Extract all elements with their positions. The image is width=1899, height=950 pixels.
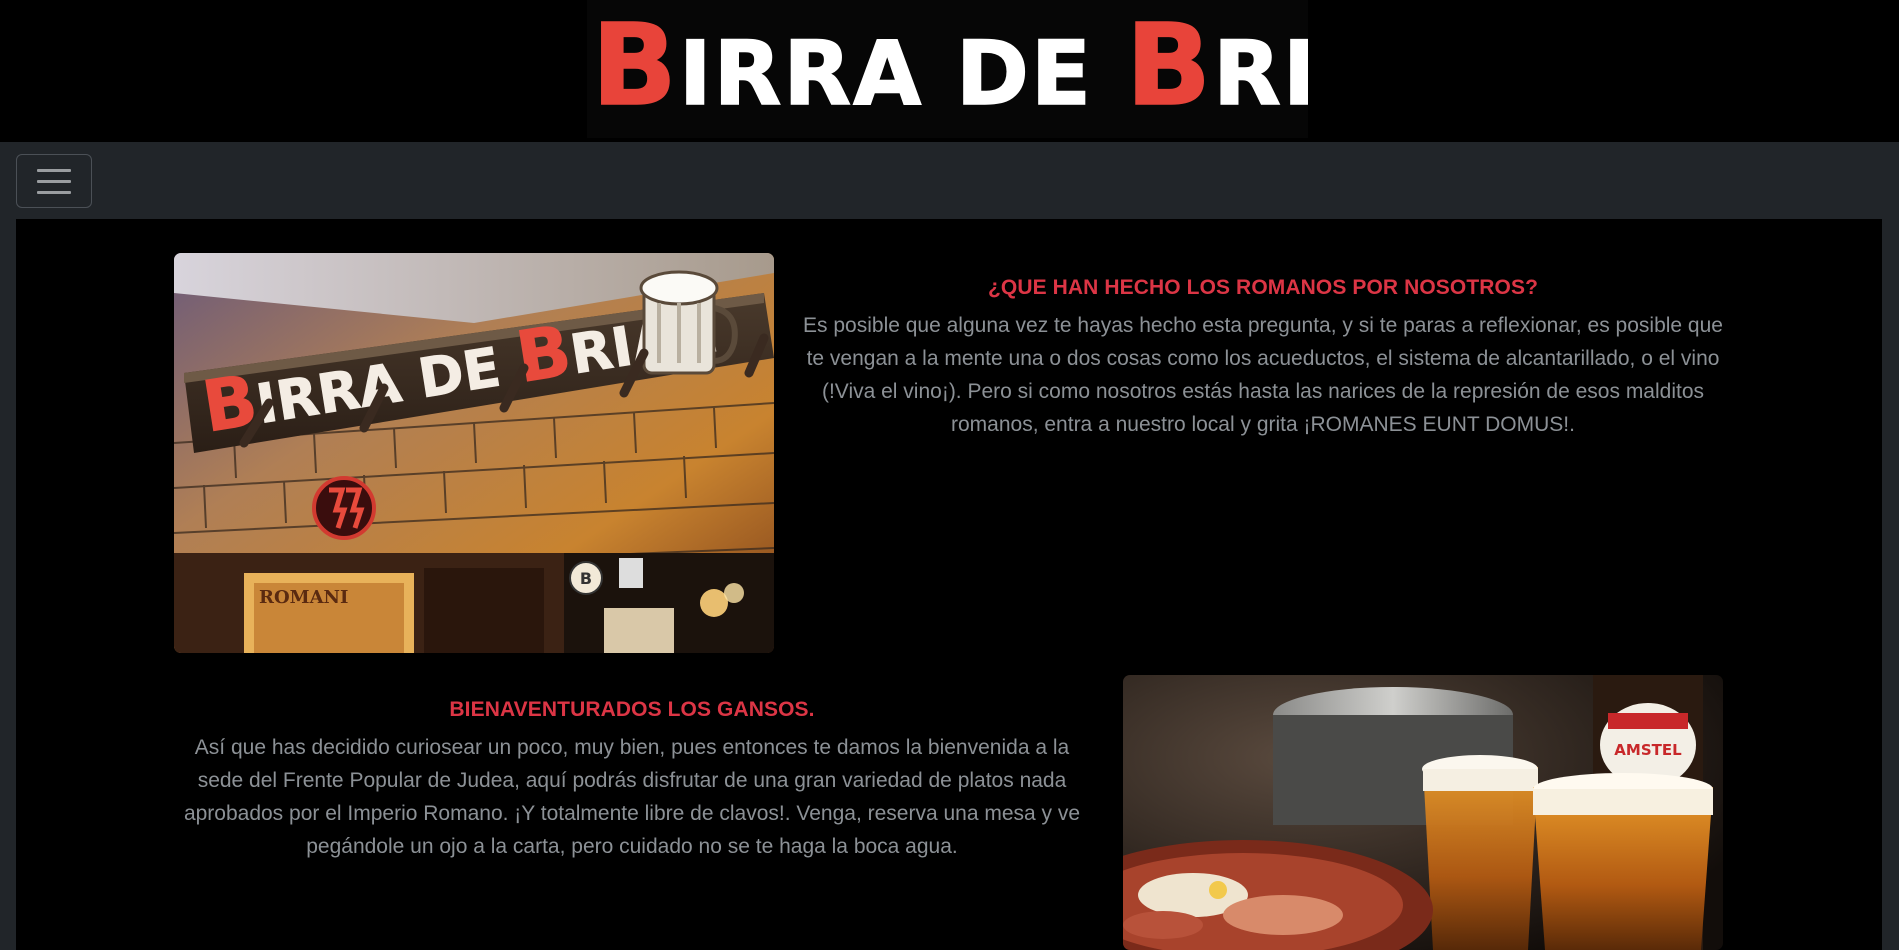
hamburger-menu-icon-bar bbox=[37, 179, 71, 183]
page-gutter-left bbox=[0, 219, 16, 950]
svg-text:B: B bbox=[580, 569, 592, 588]
section-heading: ¿QUE HAN HECHO LOS ROMANOS POR NOSOTROS? bbox=[987, 276, 1539, 299]
navbar-toggler-button[interactable] bbox=[16, 154, 92, 208]
amstel-label: AMSTEL bbox=[1614, 741, 1682, 759]
section-gansos: BIENAVENTURADOS LOS GANSOS. Así que has … bbox=[174, 698, 1090, 863]
section-heading: BIENAVENTURADOS LOS GANSOS. bbox=[449, 698, 815, 721]
hamburger-menu-icon bbox=[37, 168, 71, 172]
bar-entrance-photo: BIRRA DE BRIAN ROMANI B bbox=[174, 253, 774, 653]
section-romanos: ¿QUE HAN HECHO LOS ROMANOS POR NOSOTROS?… bbox=[802, 276, 1724, 441]
logo-graphic: LA BIRRA DE BRIAN bbox=[587, 0, 1308, 132]
beer-and-food-photo: AMSTEL bbox=[1123, 675, 1723, 950]
hamburger-menu-icon-bar bbox=[37, 190, 71, 194]
svg-text:ROMANI: ROMANI bbox=[259, 587, 348, 608]
navbar bbox=[0, 142, 1899, 219]
page-gutter-right bbox=[1882, 219, 1899, 950]
site-logo[interactable]: LA BIRRA DE BRIAN bbox=[587, 0, 1308, 138]
logo-text: LA BIRRA DE BRIAN bbox=[587, 1, 1308, 131]
section-paragraph: Así que has decidido curiosear un poco, … bbox=[183, 736, 1081, 858]
section-paragraph: Es posible que alguna vez te hayas hecho… bbox=[803, 314, 1723, 436]
site-header: LA BIRRA DE BRIAN bbox=[0, 0, 1899, 142]
